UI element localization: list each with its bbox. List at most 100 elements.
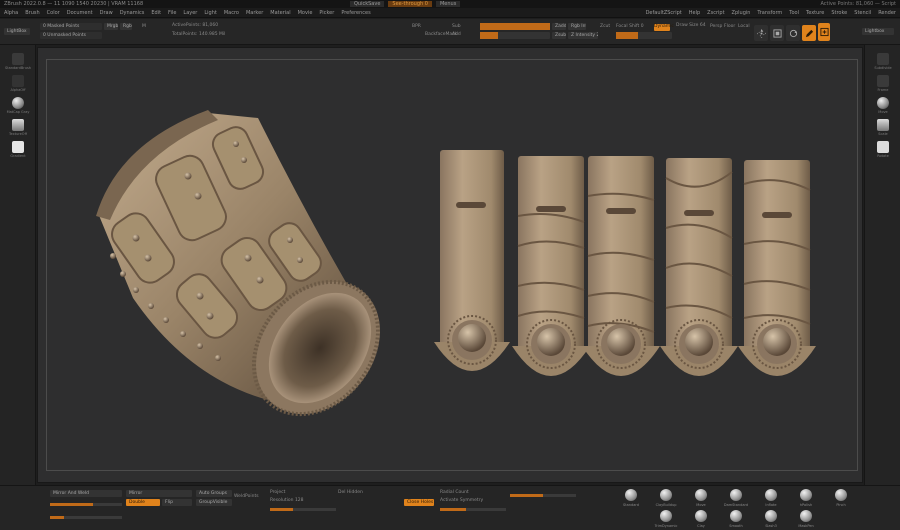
floor-button[interactable]: Floor <box>724 24 735 29</box>
menu-right-render[interactable]: Render <box>878 10 896 16</box>
color-thumb[interactable]: Gradient <box>8 141 28 158</box>
left-slider-2[interactable] <box>50 516 122 519</box>
brush-trimdynamic[interactable]: TrimDynamic <box>655 510 677 528</box>
brush-inflate[interactable]: Inflate <box>760 489 782 507</box>
menu-light[interactable]: Light <box>204 10 216 16</box>
menu-right-stencil[interactable]: Stencil <box>854 10 871 16</box>
tray-scale[interactable]: Scale <box>873 119 893 136</box>
add-label[interactable]: Add <box>452 32 461 37</box>
menu-preferences[interactable]: Preferences <box>341 10 370 16</box>
menu-right-stroke[interactable]: Stroke <box>831 10 847 16</box>
standard-brush-icon <box>625 489 637 501</box>
brush-claybuildup[interactable]: ClayBuildup <box>655 489 677 507</box>
tray-move[interactable]: Move <box>873 97 893 114</box>
z-intensity-slider[interactable] <box>480 32 550 39</box>
menu-file[interactable]: File <box>168 10 176 16</box>
draw-icon[interactable] <box>802 25 816 41</box>
tray-rotate[interactable]: Rotate <box>873 141 893 158</box>
del-hidden-button[interactable]: Del Hidden <box>338 490 363 495</box>
mrgb-button[interactable]: Mrgb <box>104 23 118 30</box>
brush-hpolish[interactable]: hPolish <box>795 489 817 507</box>
brush-damstandard[interactable]: DamStandard <box>724 489 748 507</box>
menu-right-help[interactable]: Help <box>689 10 700 16</box>
standard-brush-thumb[interactable]: StandardBrush <box>5 53 31 70</box>
menu-alpha[interactable]: Alpha <box>4 10 18 16</box>
brush-slash3[interactable]: Slash3 <box>760 510 782 528</box>
symmetry-slider[interactable] <box>510 494 576 497</box>
menu-right-zplugin[interactable]: Zplugin <box>732 10 751 16</box>
left-slider-fill <box>50 503 94 506</box>
mirror-button[interactable]: Mirror <box>126 490 192 497</box>
zsub-button[interactable]: Zsub <box>552 32 566 39</box>
activate-symmetry-label[interactable]: Activate Symmetry <box>440 498 483 503</box>
brush-label: Smooth <box>729 524 743 528</box>
menu-brush[interactable]: Brush <box>25 10 39 16</box>
brush-maskpen[interactable]: MaskPen <box>795 510 817 528</box>
dynamic-button[interactable]: Dynamic <box>654 24 674 31</box>
draw-size-slider[interactable] <box>616 32 672 39</box>
canvas-viewport[interactable] <box>37 47 863 483</box>
auto-groups-button[interactable]: Auto Groups <box>196 490 232 497</box>
tray-frame[interactable]: Frame <box>873 75 893 92</box>
group-visible-button[interactable]: GroupVisible <box>196 499 232 506</box>
scale-icon[interactable] <box>770 25 784 41</box>
menu-marker[interactable]: Marker <box>246 10 263 16</box>
move-icon[interactable] <box>754 25 768 41</box>
menu-picker[interactable]: Picker <box>319 10 334 16</box>
radial-slider[interactable] <box>440 508 506 511</box>
menu-right-texture[interactable]: Texture <box>806 10 824 16</box>
zadd-button[interactable]: Zadd <box>552 23 566 30</box>
brush-move[interactable]: Move <box>690 489 712 507</box>
rgb-intensity-slider[interactable] <box>480 23 550 30</box>
double-button[interactable]: Double <box>126 499 160 506</box>
left-slider[interactable] <box>50 503 122 506</box>
rotate-icon[interactable] <box>786 25 800 41</box>
mirror-and-weld-button[interactable]: Mirror And Weld <box>50 490 122 497</box>
sub-label[interactable]: Sub <box>452 24 461 29</box>
project-label[interactable]: Project <box>270 490 285 495</box>
menu-document[interactable]: Document <box>67 10 93 16</box>
edit-icon[interactable] <box>818 23 830 41</box>
see-through-slider[interactable]: See-through 0 <box>388 1 432 7</box>
lightbox-button[interactable]: LightBox <box>4 28 30 35</box>
brush-standard[interactable]: Standard <box>620 489 642 507</box>
close-holes-button[interactable]: Close Holes <box>404 499 434 506</box>
brush-clay[interactable]: Clay <box>690 510 712 528</box>
menu-material[interactable]: Material <box>270 10 290 16</box>
resolution-slider[interactable] <box>270 508 336 511</box>
tray-subdivide[interactable]: Subdivide <box>873 53 893 70</box>
menu-draw[interactable]: Draw <box>100 10 113 16</box>
menu-right-transform[interactable]: Transform <box>757 10 782 16</box>
flip-button[interactable]: Flip <box>162 499 192 506</box>
material-thumb[interactable]: MatCap Gray <box>7 97 29 114</box>
move-brush-icon <box>695 489 707 501</box>
texture-thumb[interactable]: TextureOff <box>8 119 28 136</box>
brush-smooth[interactable]: Smooth <box>725 510 747 528</box>
stroke-thumb[interactable]: AlphaOff <box>8 75 28 92</box>
menu-layer[interactable]: Layer <box>183 10 197 16</box>
menu-movie[interactable]: Movie <box>298 10 313 16</box>
claybuildup-brush-icon <box>660 489 672 501</box>
local-button[interactable]: Local <box>738 24 750 29</box>
menu-macro[interactable]: Macro <box>224 10 239 16</box>
quicksave-button[interactable]: QuickSave <box>350 1 385 7</box>
top-shelf: LightBox 0 Masked Points 0 Unmasked Poin… <box>0 19 900 45</box>
rgb-button[interactable]: Rgb <box>120 23 132 30</box>
brush-pinch[interactable]: Pinch <box>830 489 852 507</box>
menu-right-zscript2[interactable]: Zscript <box>707 10 724 16</box>
menu-bar: Alpha Brush Color Document Draw Dynamics… <box>0 8 900 18</box>
symmetry-fill <box>510 494 543 497</box>
hpolish-brush-icon <box>800 489 812 501</box>
menu-right-tool[interactable]: Tool <box>789 10 799 16</box>
menu-color[interactable]: Color <box>47 10 60 16</box>
menu-right-zscript[interactable]: DefaultZScript <box>646 10 682 16</box>
menu-edit[interactable]: Edit <box>151 10 161 16</box>
zcut-button[interactable]: Zcut <box>600 24 610 29</box>
bpr-label[interactable]: BPR <box>412 24 421 29</box>
brush-label: Move <box>696 503 706 507</box>
lightbox-right-button[interactable]: Lightbox <box>862 28 894 35</box>
persp-button[interactable]: Persp <box>710 24 722 29</box>
menu-dynamics[interactable]: Dynamics <box>120 10 145 16</box>
menus-button[interactable]: Menus <box>435 1 461 7</box>
weld-points-toggle[interactable]: WeldPoints <box>234 494 259 499</box>
